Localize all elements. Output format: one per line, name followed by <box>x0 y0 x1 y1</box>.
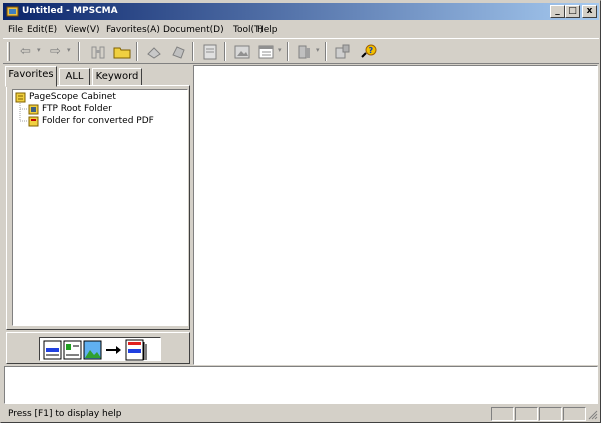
menu-favorites[interactable]: Favorites(A) <box>106 24 160 36</box>
toolbar-separator <box>224 42 226 61</box>
status-panel <box>539 407 562 421</box>
ftp-folder-icon <box>28 104 39 114</box>
title-bar[interactable]: Untitled - MPSCMA _ □ x <box>3 3 599 20</box>
tree-item-converted-pdf[interactable]: Folder for converted PDF <box>28 115 154 127</box>
tab-all[interactable]: ALL <box>59 68 90 86</box>
printer-icon <box>171 45 185 59</box>
menu-help[interactable]: Help <box>257 24 278 36</box>
convert-to-pdf-button[interactable] <box>39 337 161 361</box>
menu-document[interactable]: Document(D) <box>163 24 224 36</box>
help-icon: ? <box>360 44 376 58</box>
cabinet-icon <box>15 92 26 102</box>
arrow-left-icon: ⇦ <box>20 44 31 59</box>
thumbnail-button[interactable] <box>231 41 252 62</box>
view-dropdown-icon[interactable]: ▾ <box>278 46 282 54</box>
open-folder-button[interactable] <box>111 41 132 62</box>
list-icon <box>258 45 273 58</box>
document-list-pane[interactable] <box>193 65 598 365</box>
stamp-icon <box>146 46 161 59</box>
folder-tree[interactable]: PageScope Cabinet FTP Root Folder Folder… <box>12 89 188 326</box>
menu-file[interactable]: File <box>8 24 23 36</box>
status-panel <box>563 407 586 421</box>
svg-text:?: ? <box>368 46 373 55</box>
menu-view[interactable]: View(V) <box>65 24 100 36</box>
tree-item-label: Folder for converted PDF <box>42 116 154 126</box>
image-icon <box>234 45 249 58</box>
tree-root[interactable]: PageScope Cabinet <box>15 91 116 103</box>
status-text: Press [F1] to display help <box>8 409 122 419</box>
tree-root-label: PageScope Cabinet <box>29 92 116 102</box>
application-window: Untitled - MPSCMA _ □ x File Edit(E) Vie… <box>0 0 601 423</box>
forward-dropdown-icon[interactable]: ▾ <box>67 46 71 54</box>
toolbar-separator <box>136 42 138 61</box>
toolbar-grip[interactable] <box>7 42 10 61</box>
tree-item-label: FTP Root Folder <box>42 104 112 114</box>
menu-bar: File Edit(E) View(V) Favorites(A) Docume… <box>3 22 599 39</box>
list-view-button[interactable] <box>255 41 276 62</box>
binoculars-button[interactable] <box>87 41 108 62</box>
print-button[interactable] <box>167 41 188 62</box>
pdf-folder-icon <box>28 116 39 126</box>
resize-grip-icon[interactable] <box>587 409 598 420</box>
back-button[interactable]: ⇦ <box>15 41 36 62</box>
tree-item-ftp-root[interactable]: FTP Root Folder <box>28 103 112 115</box>
document-icon <box>203 44 216 59</box>
maximize-button[interactable]: □ <box>565 5 580 18</box>
toolbar-separator <box>325 42 327 61</box>
minimize-button[interactable]: _ <box>550 5 565 18</box>
forward-button[interactable]: ⇨ <box>45 41 66 62</box>
help-button[interactable]: ? <box>358 41 379 62</box>
toolbar-separator <box>78 42 80 61</box>
pages-dropdown-icon[interactable]: ▾ <box>316 46 320 54</box>
conversion-bar <box>6 332 190 364</box>
toolbar: ⇦ ▾ ⇨ ▾ ▾ ▾ ? <box>3 38 599 64</box>
left-pane: Favorites ALL Keyword PageScope Cabinet … <box>4 65 192 365</box>
tab-panel: PageScope Cabinet FTP Root Folder Folder… <box>6 85 190 330</box>
status-bar: Press [F1] to display help <box>3 406 599 422</box>
stamp-button[interactable] <box>143 41 164 62</box>
pages-button[interactable] <box>294 41 315 62</box>
binoculars-icon <box>91 46 104 58</box>
status-panel <box>491 407 514 421</box>
toolbar-separator <box>192 42 194 61</box>
preview-pane[interactable] <box>4 366 598 404</box>
convert-to-pdf-icon <box>43 339 147 361</box>
pages-icon <box>298 45 310 58</box>
back-dropdown-icon[interactable]: ▾ <box>37 46 41 54</box>
tab-favorites[interactable]: Favorites <box>5 66 57 87</box>
app-icon <box>6 6 19 17</box>
status-panel <box>515 407 538 421</box>
folder-icon <box>113 47 130 58</box>
properties-button[interactable] <box>332 41 353 62</box>
document-view-button[interactable] <box>199 41 220 62</box>
tab-keyword[interactable]: Keyword <box>92 68 142 86</box>
close-button[interactable]: x <box>582 5 597 18</box>
properties-icon <box>335 44 349 58</box>
arrow-right-icon: ⇨ <box>50 44 61 59</box>
toolbar-separator <box>287 42 289 61</box>
window-title: Untitled - MPSCMA <box>22 6 118 16</box>
menu-edit[interactable]: Edit(E) <box>27 24 57 36</box>
